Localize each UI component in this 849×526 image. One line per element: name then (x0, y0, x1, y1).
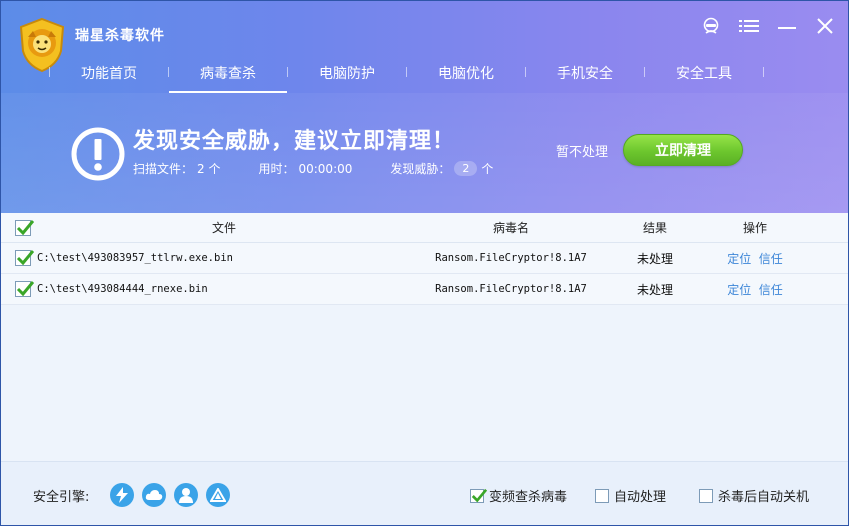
header-result: 结果 (642, 221, 667, 235)
row-checkbox[interactable] (15, 250, 34, 266)
tab-home[interactable]: 功能首页 (50, 49, 168, 93)
stat-value: 2 个 (197, 162, 221, 176)
tab-security-tools[interactable]: 安全工具 (645, 49, 763, 93)
table-header: 文件 病毒名 结果 操作 (1, 213, 848, 243)
user-icon[interactable] (174, 483, 198, 507)
trust-link[interactable]: 信任 (759, 283, 783, 297)
header-virus: 病毒名 (492, 221, 529, 235)
main-nav: 功能首页 病毒查杀 电脑防护 电脑优化 手机安全 安全工具 (49, 49, 764, 93)
stat-value: 00:00:00 (298, 161, 353, 176)
stat-unit: 个 (481, 162, 494, 176)
app-window: 瑞星杀毒软件 功能首页 病毒查杀 电脑防护 电脑优化 手机安全 安全工具 发现安… (0, 0, 849, 526)
tab-virus-scan[interactable]: 病毒查杀 (169, 49, 287, 93)
table-row: C:\test\493084444_rnexe.bin Ransom.FileC… (1, 274, 848, 305)
threat-count-badge: 2 (454, 161, 478, 176)
result-status: 未处理 (636, 282, 673, 297)
tab-mobile-security[interactable]: 手机安全 (526, 49, 644, 93)
select-all-checkbox[interactable] (15, 219, 34, 236)
table-row: C:\test\493083957_ttlrw.exe.bin Ransom.F… (1, 243, 848, 274)
stat-label: 扫描文件： (133, 162, 194, 176)
threat-table: 文件 病毒名 结果 操作 C:\test\493083957_ttlrw.exe… (1, 213, 848, 461)
virus-name: Ransom.FileCryptor!8.1A7 (435, 252, 587, 264)
locate-link[interactable]: 定位 (727, 283, 751, 297)
freq-scan-label: 变频查杀病毒 (489, 490, 568, 505)
locate-link[interactable]: 定位 (727, 252, 751, 266)
menu-icon[interactable] (738, 15, 760, 37)
row-checkbox[interactable] (15, 281, 34, 297)
auto-shutdown-label: 杀毒后自动关机 (718, 490, 810, 505)
header-action: 操作 (742, 221, 767, 235)
alert-title: 发现安全威胁，建议立即清理！ (133, 129, 456, 154)
nav-separator (763, 67, 764, 77)
file-path: C:\test\493083957_ttlrw.exe.bin (37, 252, 233, 264)
window-controls (700, 15, 836, 37)
triangle-icon[interactable] (206, 483, 230, 507)
lightning-icon[interactable] (110, 483, 134, 507)
stat-threats-found: 发现威胁： 2 个 (390, 160, 493, 177)
stat-label: 用时： (258, 162, 295, 176)
footer: 安全引擎: 变频查杀病毒 自动处理 杀毒后自动关机 (1, 461, 848, 525)
support-icon[interactable] (700, 15, 722, 37)
file-path: C:\test\493084444_rnexe.bin (37, 283, 208, 295)
auto-shutdown-checkbox[interactable] (699, 488, 713, 503)
minimize-icon[interactable] (776, 15, 798, 37)
freq-scan-checkbox[interactable] (470, 488, 487, 503)
cloud-icon[interactable] (142, 483, 166, 507)
virus-name: Ransom.FileCryptor!8.1A7 (435, 283, 587, 295)
option-auto-shutdown[interactable]: 杀毒后自动关机 (699, 486, 809, 505)
close-icon[interactable] (814, 15, 836, 37)
app-title: 瑞星杀毒软件 (75, 28, 165, 44)
skip-button[interactable]: 暂不处理 (556, 141, 608, 160)
header-file: 文件 (211, 221, 236, 235)
header: 瑞星杀毒软件 功能首页 病毒查杀 电脑防护 电脑优化 手机安全 安全工具 发现安… (1, 1, 848, 213)
stat-elapsed-time: 用时： 00:00:00 (258, 160, 352, 177)
tab-pc-optimize[interactable]: 电脑优化 (407, 49, 525, 93)
auto-handle-checkbox[interactable] (595, 488, 609, 503)
auto-handle-label: 自动处理 (614, 490, 667, 505)
engine-label: 安全引擎: (33, 490, 90, 505)
stat-label: 发现威胁： (390, 162, 451, 176)
clean-now-button[interactable]: 立即清理 (623, 134, 743, 166)
result-status: 未处理 (636, 251, 673, 266)
option-auto-handle[interactable]: 自动处理 (595, 486, 666, 505)
warning-icon (71, 127, 125, 181)
option-freq-scan[interactable]: 变频查杀病毒 (470, 486, 567, 505)
scan-stats: 扫描文件： 2 个 用时： 00:00:00 发现威胁： 2 个 (133, 160, 531, 177)
trust-link[interactable]: 信任 (759, 252, 783, 266)
engine-list (110, 483, 230, 507)
tab-pc-protection[interactable]: 电脑防护 (288, 49, 406, 93)
stat-scanned-files: 扫描文件： 2 个 (133, 160, 220, 177)
